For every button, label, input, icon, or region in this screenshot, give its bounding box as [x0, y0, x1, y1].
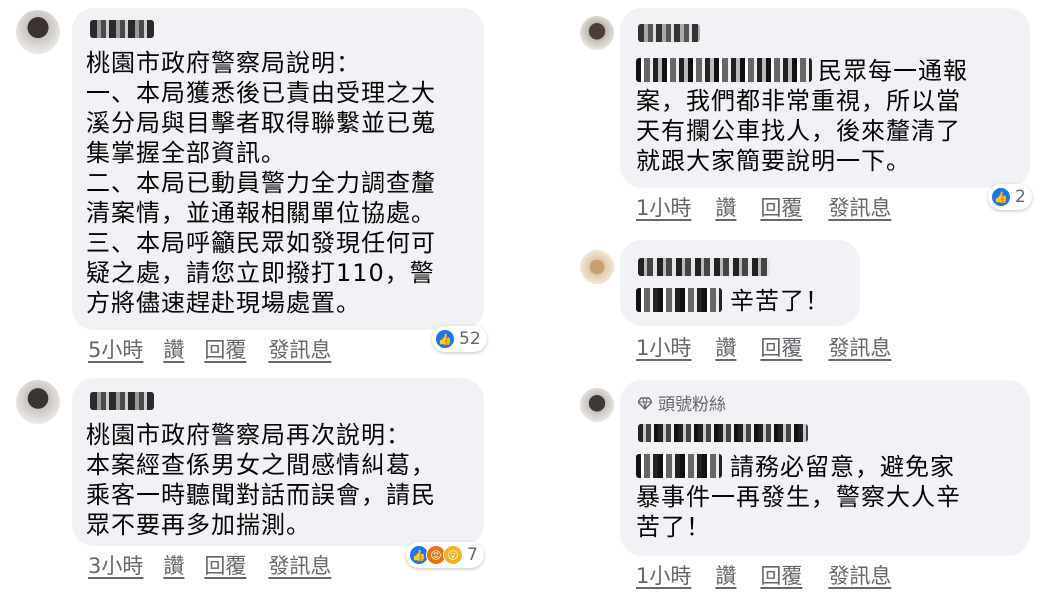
reaction-count: 7 — [467, 545, 478, 565]
reply-button[interactable]: 回覆 — [760, 332, 802, 362]
avatar[interactable] — [580, 250, 614, 284]
like-button[interactable]: 讚 — [163, 550, 184, 580]
comment-text: 請務必留意，避免家 暴事件一再發生，警察大人辛 苦了！ — [636, 453, 961, 541]
comment-text: 辛苦了！ — [730, 287, 830, 315]
comment-actions: 1小時 讚 回覆 發訊息 — [636, 192, 891, 222]
author-name-redacted[interactable] — [638, 424, 808, 442]
time-link[interactable]: 5小時 — [88, 334, 143, 364]
comment-text: 桃園市政府警察局說明： 一、本局獲悉後已責由受理之大 溪分局與目擊者取得聯繫並已… — [86, 49, 436, 317]
badge-label: 頭號粉絲 — [658, 395, 726, 415]
message-button[interactable]: 發訊息 — [828, 192, 891, 222]
mention-redacted[interactable] — [636, 288, 722, 312]
time-link[interactable]: 3小時 — [88, 550, 143, 580]
like-reaction-icon: 👍 — [991, 187, 1011, 207]
message-button[interactable]: 發訊息 — [268, 550, 331, 580]
author-name-redacted[interactable] — [90, 20, 154, 38]
avatar[interactable] — [580, 388, 614, 422]
reaction-summary[interactable]: 👍 2 — [988, 184, 1032, 210]
column-divider — [515, 0, 521, 596]
comment-text: 桃園市政府警察局再次說明： 本案經查係男女之間感情糾葛， 乘客一時聽聞對話而誤會… — [86, 421, 436, 539]
reply-button[interactable]: 回覆 — [760, 192, 802, 222]
reaction-count: 52 — [459, 329, 481, 349]
message-button[interactable]: 發訊息 — [828, 560, 891, 590]
wow-reaction-icon: 😮 — [443, 545, 463, 565]
reaction-summary[interactable]: 👍 52 — [432, 326, 487, 352]
top-fan-badge[interactable]: 頭號粉絲 — [638, 390, 726, 415]
like-button[interactable]: 讚 — [715, 332, 736, 362]
comment-actions: 3小時 讚 回覆 發訊息 — [88, 550, 331, 580]
time-link[interactable]: 1小時 — [636, 192, 691, 222]
time-link[interactable]: 1小時 — [636, 332, 691, 362]
comment-actions: 1小時 讚 回覆 發訊息 — [636, 332, 891, 362]
diamond-badge-icon — [638, 396, 652, 410]
comment-actions: 5小時 讚 回覆 發訊息 — [88, 334, 331, 364]
reply-button[interactable]: 回覆 — [204, 334, 246, 364]
time-link[interactable]: 1小時 — [636, 560, 691, 590]
reaction-summary[interactable]: 👍 😡 😮 7 — [406, 542, 484, 568]
avatar[interactable] — [16, 380, 60, 424]
avatar[interactable] — [580, 16, 614, 50]
reaction-count: 2 — [1015, 187, 1026, 207]
like-reaction-icon: 👍 — [435, 329, 455, 349]
message-button[interactable]: 發訊息 — [268, 334, 331, 364]
like-button[interactable]: 讚 — [163, 334, 184, 364]
author-name-redacted[interactable] — [638, 24, 700, 42]
reply-button[interactable]: 回覆 — [204, 550, 246, 580]
comment-actions: 1小時 讚 回覆 發訊息 — [636, 560, 891, 590]
author-name-redacted[interactable] — [90, 392, 154, 410]
reply-button[interactable]: 回覆 — [760, 560, 802, 590]
avatar[interactable] — [16, 10, 60, 54]
like-button[interactable]: 讚 — [715, 192, 736, 222]
message-button[interactable]: 發訊息 — [828, 332, 891, 362]
author-name-redacted[interactable] — [638, 258, 770, 276]
like-button[interactable]: 讚 — [715, 560, 736, 590]
comment-text: 民眾每一通報 案，我們都非常重視，所以當 天有攔公車找人，後來釐清了 就跟大家簡… — [636, 57, 968, 175]
